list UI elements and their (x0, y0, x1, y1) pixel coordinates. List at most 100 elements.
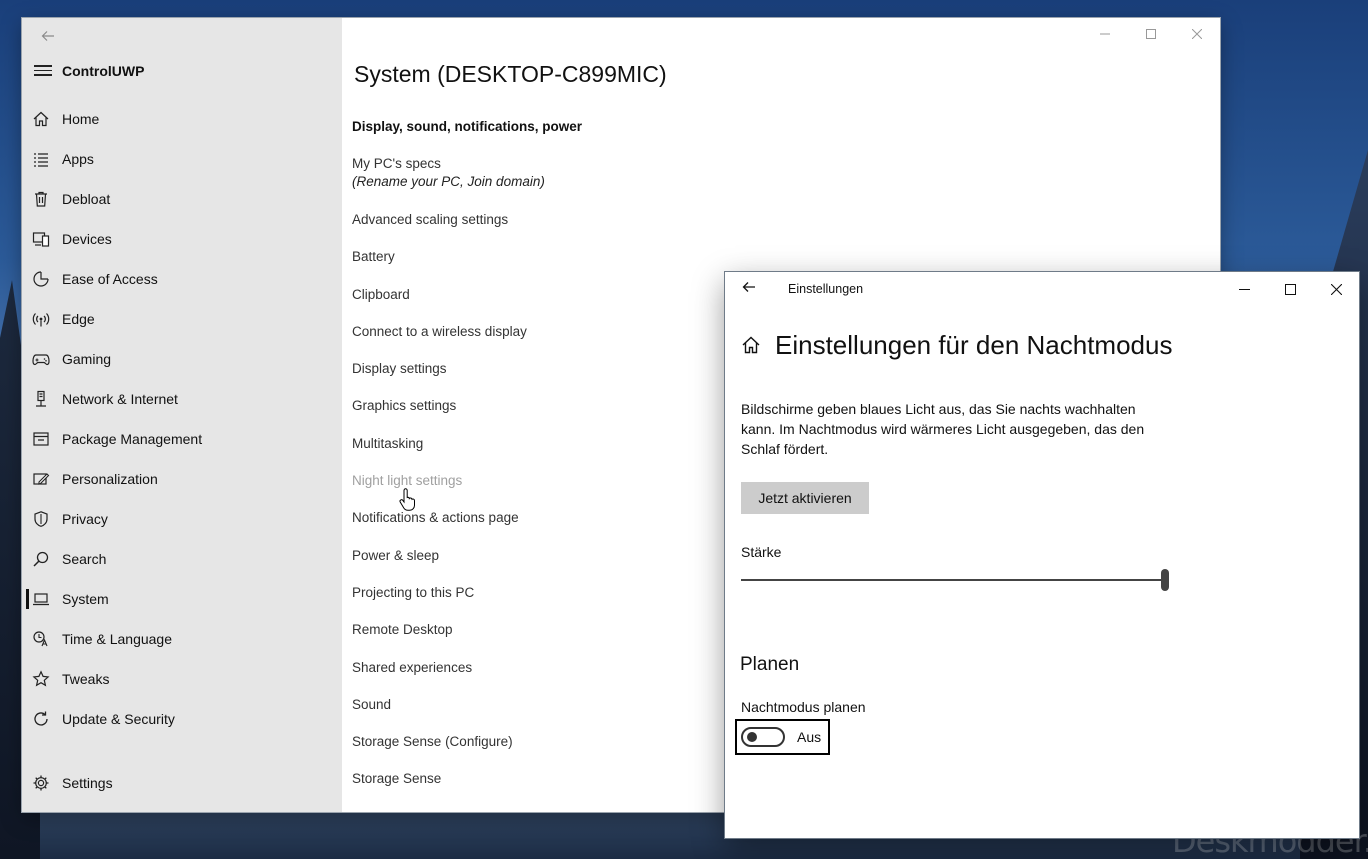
hand-cursor-icon (399, 488, 415, 511)
minimize-button[interactable] (1082, 18, 1128, 50)
sidebar-item-devices[interactable]: Devices (22, 219, 342, 259)
sidebar-item-debloat[interactable]: Debloat (22, 179, 342, 219)
settings-link-storage-sense[interactable]: Storage Sense (352, 770, 752, 807)
settings-window: Einstellungen Einstellungen für den Nach… (725, 272, 1359, 838)
sidebar-item-system[interactable]: System (22, 579, 342, 619)
toggle-state-label: Aus (797, 729, 822, 745)
settings-link-projecting-to-this-pc[interactable]: Projecting to this PC (352, 584, 752, 621)
shield-icon (32, 510, 50, 528)
settings-link-storage-sense-configure[interactable]: Storage Sense (Configure) (352, 733, 752, 770)
settings-link-display-settings[interactable]: Display settings (352, 360, 752, 397)
settings-link-shared-experiences[interactable]: Shared experiences (352, 659, 752, 696)
settings-link-multitasking[interactable]: Multitasking (352, 435, 752, 472)
hamburger-menu-button[interactable] (34, 62, 52, 78)
minimize-icon (1238, 288, 1250, 290)
sidebar-item-package-management[interactable]: Package Management (22, 419, 342, 459)
toggle-switch[interactable] (741, 727, 785, 747)
sidebar-item-tweaks[interactable]: Tweaks (22, 659, 342, 699)
plan-heading: Planen (740, 654, 800, 675)
settings-window-title: Einstellungen (788, 282, 864, 296)
settings-link-label: Connect to a wireless display (352, 323, 527, 339)
settings-maximize-button[interactable] (1267, 272, 1313, 306)
network-icon (32, 390, 50, 408)
settings-link-sound[interactable]: Sound (352, 696, 752, 733)
window-controls (1082, 18, 1220, 50)
settings-link-label: Storage Sense (Configure) (352, 734, 513, 750)
minimize-icon (1100, 33, 1110, 35)
settings-link-label: Sound (352, 696, 392, 712)
back-button[interactable] (38, 26, 58, 46)
broadcast-icon (32, 310, 50, 328)
strength-slider-thumb[interactable] (1161, 569, 1169, 591)
home-icon[interactable] (741, 335, 761, 355)
laptop-icon (32, 590, 50, 608)
sidebar-item-label: Network & Internet (62, 391, 178, 407)
sidebar-item-label: Time & Language (62, 631, 172, 647)
settings-link-label: Graphics settings (352, 398, 457, 414)
back-arrow-icon (742, 282, 755, 292)
update-icon (32, 710, 50, 728)
maximize-button[interactable] (1128, 18, 1174, 50)
sidebar-item-label: Search (62, 551, 107, 567)
settings-link-graphics-settings[interactable]: Graphics settings (352, 397, 752, 434)
sidebar-item-home[interactable]: Home (22, 99, 342, 139)
close-icon (1192, 29, 1202, 39)
strength-slider-track[interactable] (741, 579, 1165, 581)
sidebar-item-network-internet[interactable]: Network & Internet (22, 379, 342, 419)
activate-now-button[interactable]: Jetzt aktivieren (741, 482, 869, 514)
sidebar-item-privacy[interactable]: Privacy (22, 499, 342, 539)
settings-link-label: Remote Desktop (352, 622, 453, 638)
settings-close-button[interactable] (1313, 272, 1359, 306)
settings-link-advanced-scaling-settings[interactable]: Advanced scaling settings (352, 211, 752, 248)
sidebar-item-edge[interactable]: Edge (22, 299, 342, 339)
settings-titlebar: Einstellungen (725, 272, 1359, 306)
sidebar-item-label: Tweaks (62, 671, 110, 687)
settings-link-my-pc-s-specs[interactable]: My PC's specs (Rename your PC, Join domai… (352, 155, 752, 211)
sidebar-item-time-language[interactable]: Time & Language (22, 619, 342, 659)
settings-link-label: Multitasking (352, 435, 424, 451)
settings-link-clipboard[interactable]: Clipboard (352, 286, 752, 323)
sidebar-item-label: Edge (62, 311, 95, 327)
devices-icon (32, 230, 50, 248)
sidebar-item-ease-of-access[interactable]: Ease of Access (22, 259, 342, 299)
nav-list: Home Apps Debloat Devices Ease of Access Edge… (22, 99, 342, 739)
sidebar-item-label: Gaming (62, 351, 112, 367)
sidebar-item-label: Apps (62, 151, 94, 167)
settings-link-label: Projecting to this PC (352, 584, 475, 600)
settings-link-label: Storage Sense (352, 771, 442, 787)
sidebar-item-label: Settings (62, 775, 113, 791)
sidebar-item-personalization[interactable]: Personalization (22, 459, 342, 499)
trash-icon (32, 190, 50, 208)
sidebar-item-gaming[interactable]: Gaming (22, 339, 342, 379)
settings-link-list: My PC's specs (Rename your PC, Join domai… (352, 155, 752, 808)
app-title: ControlUWP (62, 63, 145, 79)
close-button[interactable] (1174, 18, 1220, 50)
time-language-icon (32, 630, 50, 648)
settings-heading: Einstellungen für den Nachtmodus (775, 330, 1173, 360)
ease-of-access-icon (32, 270, 50, 288)
sidebar-item-search[interactable]: Search (22, 539, 342, 579)
schedule-toggle[interactable]: Aus (735, 719, 830, 755)
sidebar-item-label: Debloat (62, 191, 111, 207)
apps-list-icon (32, 150, 50, 168)
settings-link-notifications-actions-page[interactable]: Notifications & actions page (352, 509, 752, 546)
settings-link-label: Notifications & actions page (352, 510, 519, 526)
settings-link-remote-desktop[interactable]: Remote Desktop (352, 621, 752, 658)
sidebar-item-label: Ease of Access (62, 271, 158, 287)
settings-link-label: Display settings (352, 361, 447, 377)
settings-link-power-sleep[interactable]: Power & sleep (352, 547, 752, 584)
schedule-label: Nachtmodus planen (741, 699, 866, 715)
settings-link-connect-to-a-wireless-display[interactable]: Connect to a wireless display (352, 323, 752, 360)
settings-link-sublabel: (Rename your PC, Join domain) (352, 174, 545, 189)
settings-minimize-button[interactable] (1221, 272, 1267, 306)
settings-window-controls (1221, 272, 1359, 306)
settings-link-battery[interactable]: Battery (352, 248, 752, 285)
settings-link-label: Night light settings (352, 473, 463, 489)
settings-back-button[interactable] (737, 280, 761, 298)
sidebar-item-settings[interactable]: Settings (22, 763, 342, 803)
sidebar-item-label: Devices (62, 231, 112, 247)
sidebar-item-apps[interactable]: Apps (22, 139, 342, 179)
star-icon (32, 670, 50, 688)
personalization-icon (32, 470, 50, 488)
sidebar-item-update-security[interactable]: Update & Security (22, 699, 342, 739)
